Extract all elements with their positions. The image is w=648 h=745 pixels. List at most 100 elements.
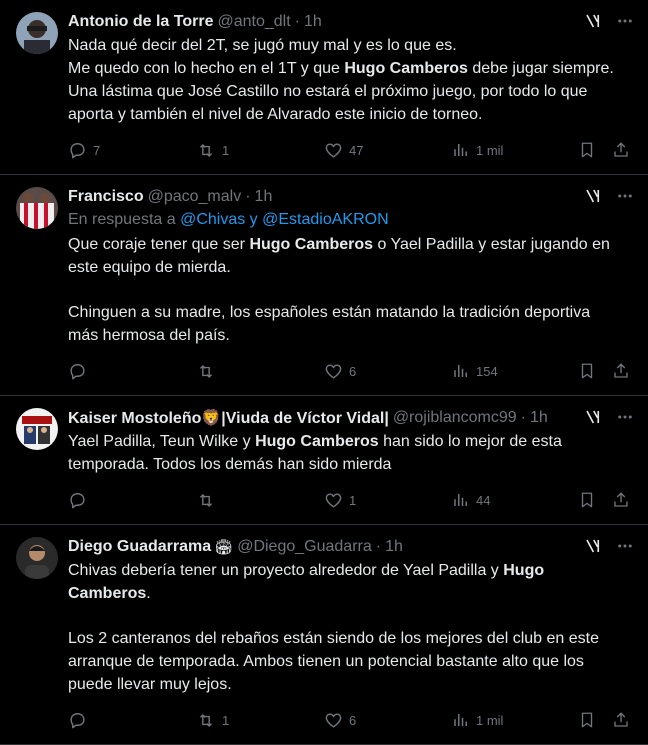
reply-button[interactable] (68, 491, 196, 510)
text-segment: Yael Padilla, Teun Wilke y (68, 433, 256, 450)
bookmark-button[interactable] (578, 491, 612, 509)
reply-mentions[interactable]: @Chivas y @EstadioAKRON (180, 211, 389, 228)
user-handle[interactable]: @Diego_Guadarra (237, 538, 372, 556)
text-segment: Una lástima que José Castillo no estará … (68, 83, 588, 100)
more-icon[interactable] (616, 187, 634, 205)
text-line: puede llevar muy lejos. (68, 673, 632, 696)
share-button[interactable] (612, 141, 632, 159)
reply-context: En respuesta a @Chivas y @EstadioAKRON (68, 209, 632, 231)
more-icon[interactable] (616, 408, 634, 426)
tweet-text: Que coraje tener que ser Hugo Camberos o… (68, 233, 632, 347)
tweet-top-icons (584, 537, 634, 555)
timestamp[interactable]: 1h (304, 13, 322, 31)
bookmark-button[interactable] (578, 362, 612, 380)
share-icon (612, 141, 630, 159)
repost-button[interactable]: 1 (196, 141, 324, 160)
text-segment: temporada. Todos los demás han sido mier… (68, 456, 392, 473)
action-bar: 7 1 47 1 mil (68, 126, 632, 174)
bold-text: Hugo Camberos (344, 60, 468, 77)
tweet-header: Kaiser Mostoleño🦁|Viuda de Víctor Vidal|… (68, 408, 632, 428)
reply-button[interactable] (68, 711, 196, 730)
avatar[interactable] (16, 187, 58, 229)
user-handle[interactable]: @anto_dlt (217, 13, 290, 31)
avatar[interactable] (16, 12, 58, 54)
like-button[interactable]: 6 (324, 711, 452, 730)
bookmark-icon (578, 362, 596, 380)
reply-icon (68, 711, 87, 730)
views-button[interactable]: 154 (452, 362, 578, 380)
views-count: 1 mil (476, 712, 504, 728)
text-segment: Chivas debería tener un proyecto alreded… (68, 562, 504, 579)
grok-icon[interactable] (584, 187, 602, 205)
reply-button[interactable]: 7 (68, 141, 196, 160)
repost-icon (196, 491, 216, 510)
text-segment: más hermosa del país. (68, 327, 230, 344)
text-segment: aporta y también el nivel de Alvarado es… (68, 106, 483, 123)
avatar[interactable] (16, 537, 58, 579)
timestamp[interactable]: 1h (255, 188, 273, 206)
like-button[interactable]: 47 (324, 141, 452, 160)
reply-icon (68, 491, 87, 510)
more-icon[interactable] (616, 537, 634, 555)
like-button[interactable]: 1 (324, 491, 452, 510)
views-button[interactable]: 1 mil (452, 711, 578, 729)
tweet[interactable]: Francisco @paco_malv · 1h En respuesta a @Ch… (0, 175, 648, 396)
text-line: Chinguen a su madre, los españoles están… (68, 301, 632, 324)
repost-button[interactable]: 1 (196, 711, 324, 730)
tweet-top-icons (584, 12, 634, 30)
text-line: este equipo de mierda. (68, 256, 632, 279)
grok-icon[interactable] (584, 408, 602, 426)
text-line: Los 2 canteranos del rebaños están siend… (68, 627, 632, 650)
like-icon (324, 362, 343, 381)
share-button[interactable] (612, 491, 632, 509)
display-name[interactable]: Antonio de la Torre (68, 13, 213, 31)
action-bar: 1 44 (68, 476, 632, 524)
more-icon[interactable] (616, 12, 634, 30)
like-button[interactable]: 6 (324, 362, 452, 381)
text-line: temporada. Todos los demás han sido mier… (68, 453, 632, 476)
text-segment: o Yael Padilla y estar jugando en (373, 236, 610, 253)
grok-icon[interactable] (584, 12, 602, 30)
repost-icon (196, 362, 216, 381)
share-icon (612, 711, 630, 729)
views-button[interactable]: 44 (452, 491, 578, 509)
share-icon (612, 491, 630, 509)
timestamp[interactable]: 1h (530, 409, 548, 427)
views-count: 1 mil (476, 142, 504, 158)
tweet-text: Nada qué decir del 2T, se jugó muy mal y… (68, 34, 632, 126)
like-count: 6 (349, 363, 357, 379)
repost-button[interactable] (196, 491, 324, 510)
display-name[interactable]: Kaiser Mostoleño🦁|Viuda de Víctor Vidal| (68, 408, 389, 428)
tweet[interactable]: Antonio de la Torre @anto_dlt · 1h Nada qué … (0, 0, 648, 175)
tweet[interactable]: Diego Guadarrama 🏟 @Diego_Guadarra · 1h Chiva… (0, 525, 648, 745)
views-count: 44 (476, 492, 491, 508)
user-handle[interactable]: @rojiblancomc99 (393, 409, 517, 427)
reply-prefix: En respuesta a (68, 211, 181, 228)
bookmark-icon (578, 711, 596, 729)
text-line: Me quedo con lo hecho en el 1T y que Hug… (68, 57, 632, 80)
tweet-header: Diego Guadarrama 🏟 @Diego_Guadarra · 1h (68, 537, 632, 557)
like-count: 47 (349, 142, 364, 158)
display-name[interactable]: Francisco (68, 188, 144, 206)
avatar[interactable] (16, 408, 58, 450)
views-button[interactable]: 1 mil (452, 141, 578, 159)
repost-button[interactable] (196, 362, 324, 381)
share-button[interactable] (612, 711, 632, 729)
display-name[interactable]: Diego Guadarrama (68, 538, 211, 556)
bookmark-button[interactable] (578, 141, 612, 159)
like-count: 6 (349, 712, 357, 728)
tweet-top-icons (584, 408, 634, 426)
grok-icon[interactable] (584, 537, 602, 555)
reply-icon (68, 141, 87, 160)
repost-icon (196, 711, 216, 730)
user-handle[interactable]: @paco_malv (148, 188, 242, 206)
text-line: Chivas debería tener un proyecto alreded… (68, 559, 632, 582)
tweet[interactable]: Kaiser Mostoleño🦁|Viuda de Víctor Vidal|… (0, 396, 648, 525)
action-bar: 6 154 (68, 347, 632, 395)
timestamp[interactable]: 1h (385, 538, 403, 556)
text-line: Que coraje tener que ser Hugo Camberos o… (68, 233, 632, 256)
bookmark-button[interactable] (578, 711, 612, 729)
share-button[interactable] (612, 362, 632, 380)
reply-button[interactable] (68, 362, 196, 381)
